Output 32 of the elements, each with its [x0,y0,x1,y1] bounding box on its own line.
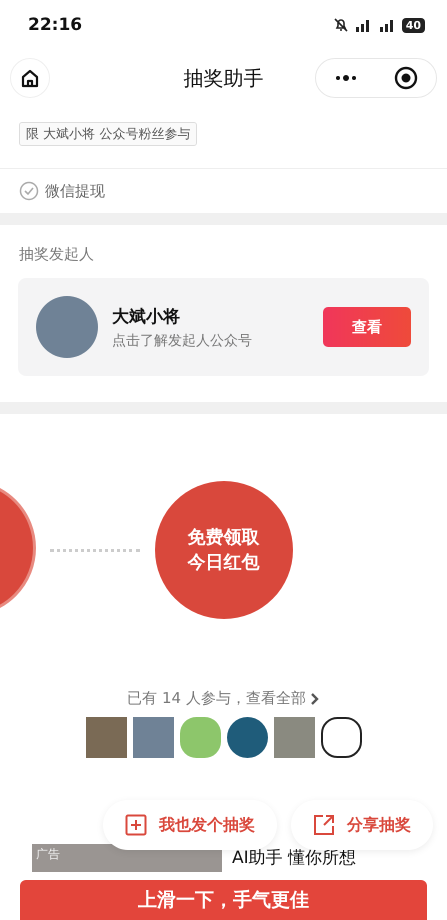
ad-title: AI助手 懂你所想 [232,847,356,869]
section-title: 抽奖发起人 [18,244,95,265]
participant-avatar [274,717,314,758]
ad-label: 广告 [36,846,60,863]
participant-avatar [320,717,362,758]
restriction-tag: 限 大斌小将 公众号粉丝参与 [19,122,198,146]
participant-avatar [86,717,126,758]
home-button[interactable] [10,58,50,98]
more-icon [334,74,358,82]
organizer-name: 大斌小将 [112,306,181,328]
plus-square-icon [125,814,147,836]
action-button[interactable]: 我也发个抽奖 [103,800,277,850]
withdraw-label: 微信提现 [45,182,105,200]
action-button[interactable]: 分享抽奖 [291,800,433,850]
bell-off-icon [334,18,348,32]
status-time: 22:16 [28,15,82,35]
claim-button[interactable]: 免费领取 今日红包 [154,481,292,619]
participants-link[interactable]: 已有 14 人参与，查看全部 [121,688,326,709]
participant-avatar [132,717,174,758]
page-title: 抽奖助手 [182,64,264,92]
organizer-subtitle: 点击了解发起人公众号 [112,332,253,350]
target-icon [394,66,418,90]
chevron-right-icon [310,692,320,706]
participant-avatar [226,717,268,758]
swipe-up-button[interactable]: 上滑一下，手气更佳 [20,880,427,920]
view-button[interactable]: 查看 [323,307,411,347]
home-icon [20,68,40,88]
signal-icon [354,18,372,32]
participant-avatar [180,717,220,758]
share-icon [313,814,335,836]
signal-icon [378,18,396,32]
battery-level: 40 [402,18,425,32]
